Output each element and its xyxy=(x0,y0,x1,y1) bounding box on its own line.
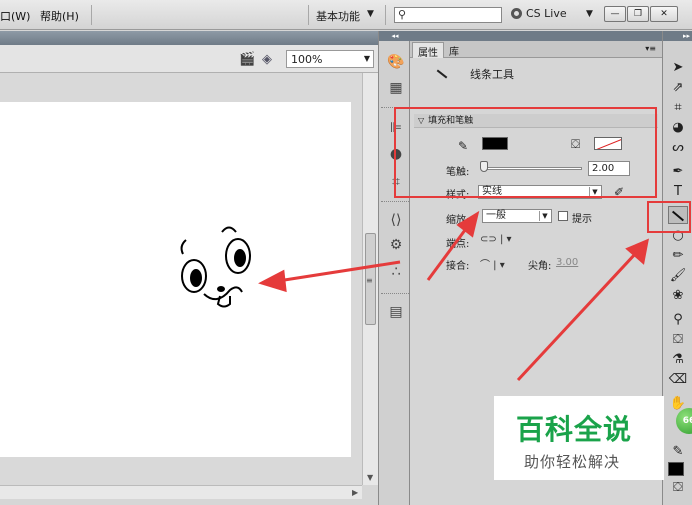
watermark-logo: 百科全说 助你轻松解决 xyxy=(494,396,664,480)
arrow-to-drawing xyxy=(277,260,401,283)
arrow-to-scale xyxy=(426,225,470,281)
arrowhead xyxy=(456,210,480,238)
watermark-subtitle: 助你轻松解决 xyxy=(524,453,621,471)
arrow-to-line-tool xyxy=(516,251,638,382)
watermark-title: 百科全说 xyxy=(516,413,633,446)
arrowhead xyxy=(258,269,287,293)
